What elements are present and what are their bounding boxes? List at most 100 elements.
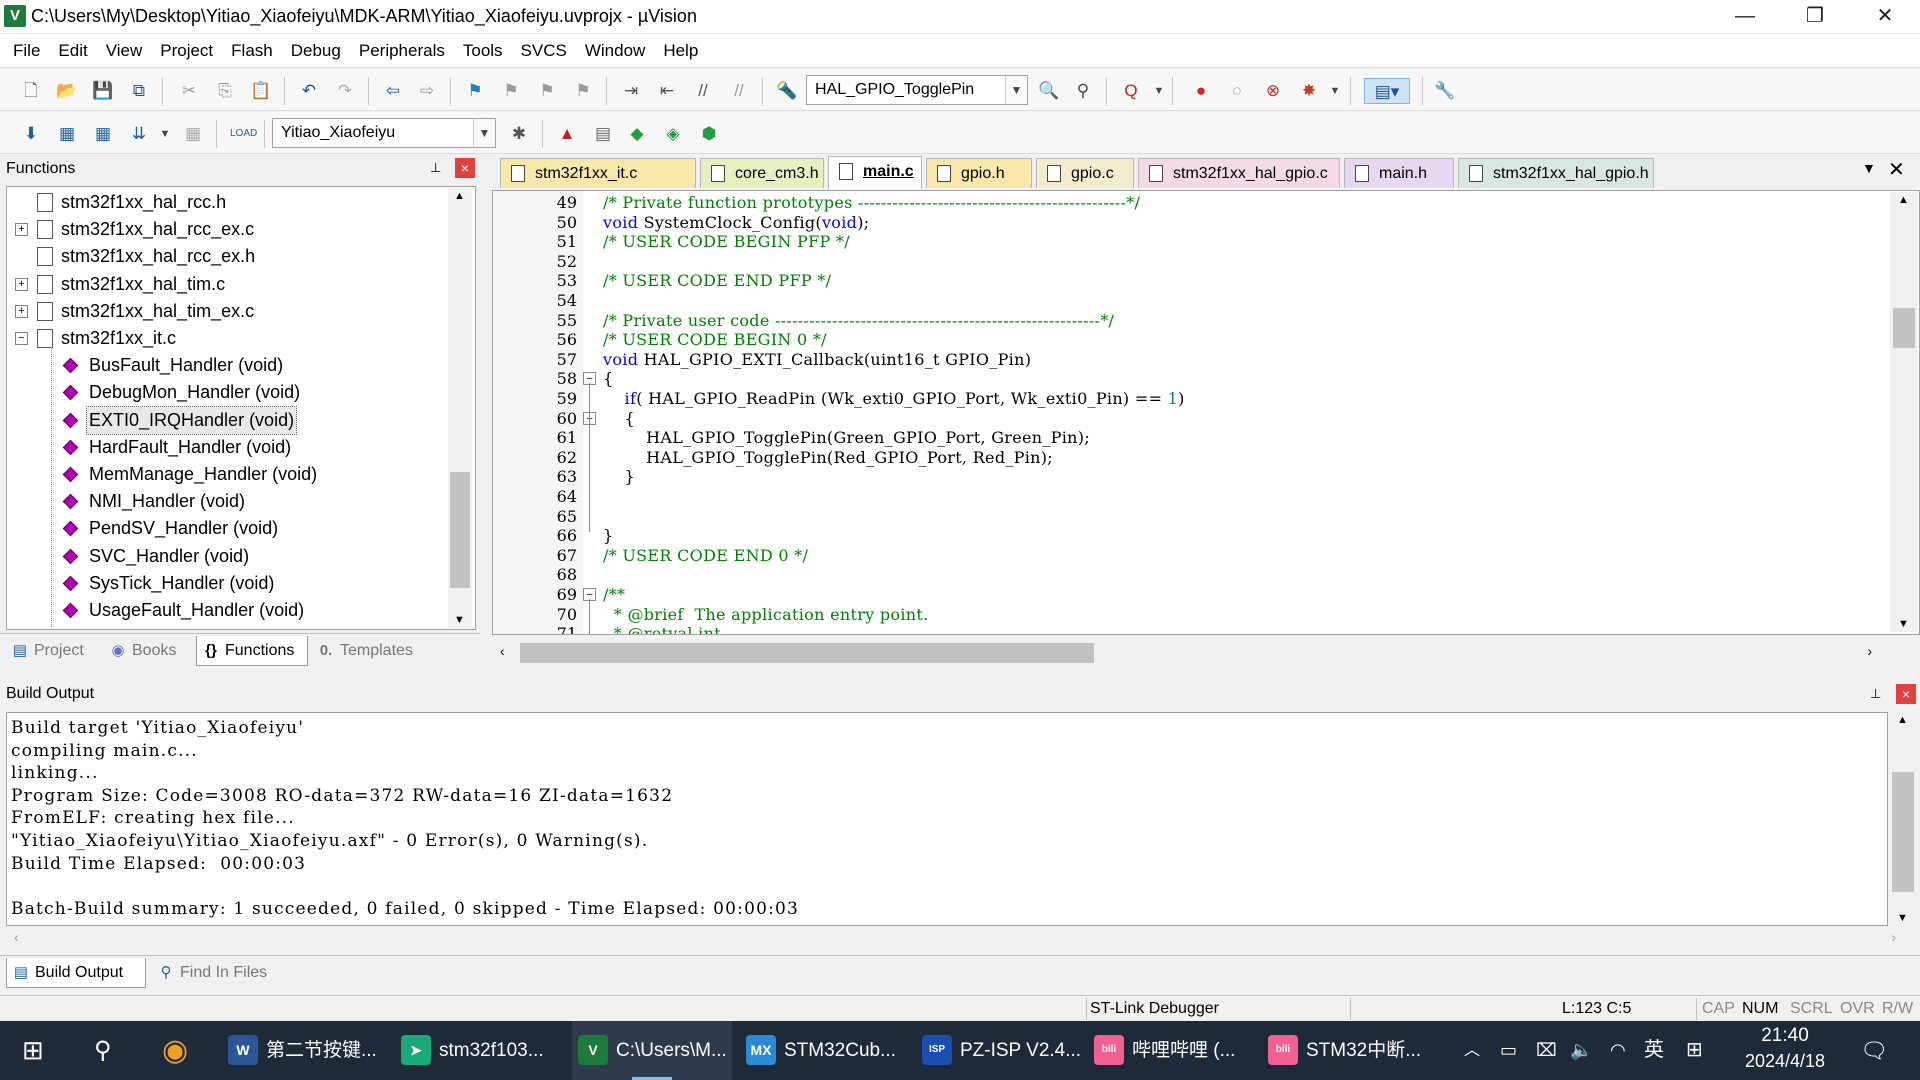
menu-peripherals[interactable]: Peripherals <box>350 34 454 68</box>
scroll-left-icon[interactable]: ‹ <box>14 929 19 945</box>
scroll-left-icon[interactable]: ‹ <box>500 643 505 659</box>
chevron-down-icon[interactable]: ▼ <box>1005 76 1027 104</box>
menu-project[interactable]: Project <box>151 34 222 68</box>
translate-icon[interactable]: ⬇ <box>18 121 44 147</box>
disable-breakpoint-icon[interactable]: ○ <box>1224 78 1250 104</box>
scroll-up-icon[interactable]: ▲ <box>1898 194 1909 206</box>
tab-books[interactable]: ◉ Books <box>104 636 190 666</box>
scroll-right-icon[interactable]: › <box>1891 929 1896 945</box>
uncomment-icon[interactable]: // <box>726 78 752 104</box>
editor-vertical-scrollbar-thumb[interactable] <box>1893 308 1915 348</box>
find-icon[interactable]: 🔍 <box>1036 78 1062 104</box>
debug-session-icon[interactable]: Q <box>1118 78 1144 104</box>
open-folder-icon[interactable]: 📂 <box>54 78 80 104</box>
stop-build-icon[interactable]: ▦ <box>180 121 206 147</box>
collapse-icon[interactable]: − <box>15 332 28 345</box>
minimize-button[interactable]: — <box>1710 0 1780 34</box>
menu-svcs[interactable]: SVCS <box>512 34 576 68</box>
pin-icon[interactable]: ⊥ <box>1870 686 1881 702</box>
search-icon[interactable]: ⚲ <box>94 1021 112 1080</box>
navigate-back-icon[interactable]: ⇦ <box>380 78 406 104</box>
tab-build-output[interactable]: ▤ Build Output <box>6 958 146 988</box>
ime-language[interactable]: 英 <box>1644 1021 1664 1080</box>
build-output-text[interactable]: Build target 'Yitiao_Xiaofeiyu' compiling… <box>6 712 1888 926</box>
code-editor[interactable]: 49 /* Private function prototypes -------… <box>492 190 1920 635</box>
menu-edit[interactable]: Edit <box>49 34 96 68</box>
scroll-right-icon[interactable]: › <box>1867 643 1872 659</box>
clock-date[interactable]: 2024/4/18 <box>1730 1051 1840 1072</box>
ime-mode-icon[interactable]: ⊞ <box>1686 1021 1703 1080</box>
tab-editor-file[interactable]: gpio.c <box>1036 158 1134 188</box>
volume-icon[interactable]: 🔈 <box>1570 1021 1592 1080</box>
scroll-up-icon[interactable]: ▲ <box>454 190 465 202</box>
close-panel-button[interactable]: × <box>1896 684 1916 704</box>
pack-installer-icon[interactable]: ◆ <box>624 121 650 147</box>
tab-editor-file[interactable]: core_cm3.h <box>700 158 824 188</box>
target-combo[interactable]: Yitiao_Xiaofeiyu ▼ <box>272 118 496 148</box>
chevron-down-icon[interactable]: ▼ <box>1322 78 1348 104</box>
taskbar-app-button[interactable]: MX STM32Cub... <box>740 1021 908 1080</box>
download-icon[interactable]: LOAD <box>230 121 257 147</box>
target-options-icon[interactable]: ✱ <box>506 121 532 147</box>
close-tab-icon[interactable]: ✕ <box>1888 157 1905 182</box>
expand-icon[interactable]: + <box>15 304 28 318</box>
taskbar-app-button[interactable]: bili 哔哩哔哩 (... <box>1088 1021 1256 1080</box>
batch-build-icon[interactable]: ⇊ <box>126 121 152 147</box>
taskbar-app-button[interactable]: ISP PZ-ISP V2.4... <box>916 1021 1082 1080</box>
usb-device-icon[interactable]: ⌧ <box>1536 1021 1557 1080</box>
windows-start-icon[interactable]: ⊞ <box>22 1021 44 1080</box>
new-file-icon[interactable]: 🗋 <box>18 78 44 104</box>
expand-icon[interactable]: + <box>15 277 28 291</box>
bookmark-previous-icon[interactable]: ⚑ <box>498 78 524 104</box>
pin-icon[interactable]: ⊥ <box>430 160 441 176</box>
build-icon[interactable]: ▦ <box>54 121 80 147</box>
window-layout-icon[interactable]: ▤▾ <box>1364 78 1410 104</box>
paste-icon[interactable]: 📋 <box>248 78 274 104</box>
unindent-icon[interactable]: ⇤ <box>654 78 680 104</box>
wifi-icon[interactable]: ◠ <box>1610 1021 1626 1080</box>
indent-icon[interactable]: ⇥ <box>618 78 644 104</box>
taskbar-app-button[interactable]: V C:\Users\M... <box>572 1021 732 1080</box>
tab-editor-file[interactable]: stm32f1xx_hal_gpio.h <box>1458 158 1654 188</box>
tab-list-icon[interactable]: ▼ <box>1862 160 1876 176</box>
undo-icon[interactable]: ↶ <box>296 78 322 104</box>
scroll-up-icon[interactable]: ▲ <box>1897 714 1908 726</box>
menu-debug[interactable]: Debug <box>282 34 350 68</box>
tab-editor-file[interactable]: stm32f1xx_it.c <box>500 158 696 188</box>
menu-flash[interactable]: Flash <box>222 34 282 68</box>
save-all-icon[interactable]: ⧉ <box>126 78 152 104</box>
navigate-forward-icon[interactable]: ⇨ <box>414 78 440 104</box>
comment-icon[interactable]: // <box>690 78 716 104</box>
tab-editor-file[interactable]: gpio.h <box>926 158 1032 188</box>
editor-vertical-scrollbar[interactable]: ▲ ▼ <box>1890 192 1918 632</box>
chevron-up-icon[interactable]: ︿ <box>1464 1021 1480 1080</box>
stm32cubemx-icon[interactable]: ⬢ <box>696 121 722 147</box>
find-in-files-icon[interactable]: 🔦 <box>774 78 800 104</box>
manage-project-items-icon[interactable]: ▲ <box>554 121 580 147</box>
menu-view[interactable]: View <box>97 34 152 68</box>
menu-help[interactable]: Help <box>654 34 707 68</box>
scroll-down-icon[interactable]: ▼ <box>1898 618 1909 630</box>
chevron-down-icon[interactable]: ▼ <box>152 121 178 147</box>
functions-scrollbar-thumb[interactable] <box>450 472 470 588</box>
menu-file[interactable]: File <box>4 34 49 68</box>
taskbar-app-button[interactable]: bili STM32中断... <box>1262 1021 1440 1080</box>
restore-button[interactable]: ❐ <box>1780 0 1850 34</box>
find-combo[interactable]: HAL_GPIO_TogglePin ▼ <box>806 75 1028 105</box>
breakpoint-icon[interactable]: ● <box>1188 78 1214 104</box>
copy-icon[interactable]: ⎘ <box>212 78 238 104</box>
kill-breakpoints-icon[interactable]: ✸ <box>1296 78 1322 104</box>
tab-templates[interactable]: 0. Templates <box>312 636 430 666</box>
chevron-down-icon[interactable]: ▼ <box>1146 78 1172 104</box>
select-packs-icon[interactable]: ▤ <box>590 121 616 147</box>
tab-editor-file[interactable]: main.c <box>828 156 922 189</box>
bookmark-clear-icon[interactable]: ⚑ <box>570 78 596 104</box>
build-output-scrollbar-thumb[interactable] <box>1892 772 1914 892</box>
expand-icon[interactable]: + <box>15 223 28 237</box>
taskbar-app-button[interactable]: W 第二节按键... <box>222 1021 390 1080</box>
chrome-icon[interactable]: ◉ <box>162 1021 188 1080</box>
chevron-down-icon[interactable]: ▼ <box>473 119 495 147</box>
configure-icon[interactable]: 🔧 <box>1432 78 1458 104</box>
tab-project[interactable]: ▤ Project <box>6 636 92 666</box>
notification-icon[interactable]: 🗨 <box>1860 1021 1888 1080</box>
